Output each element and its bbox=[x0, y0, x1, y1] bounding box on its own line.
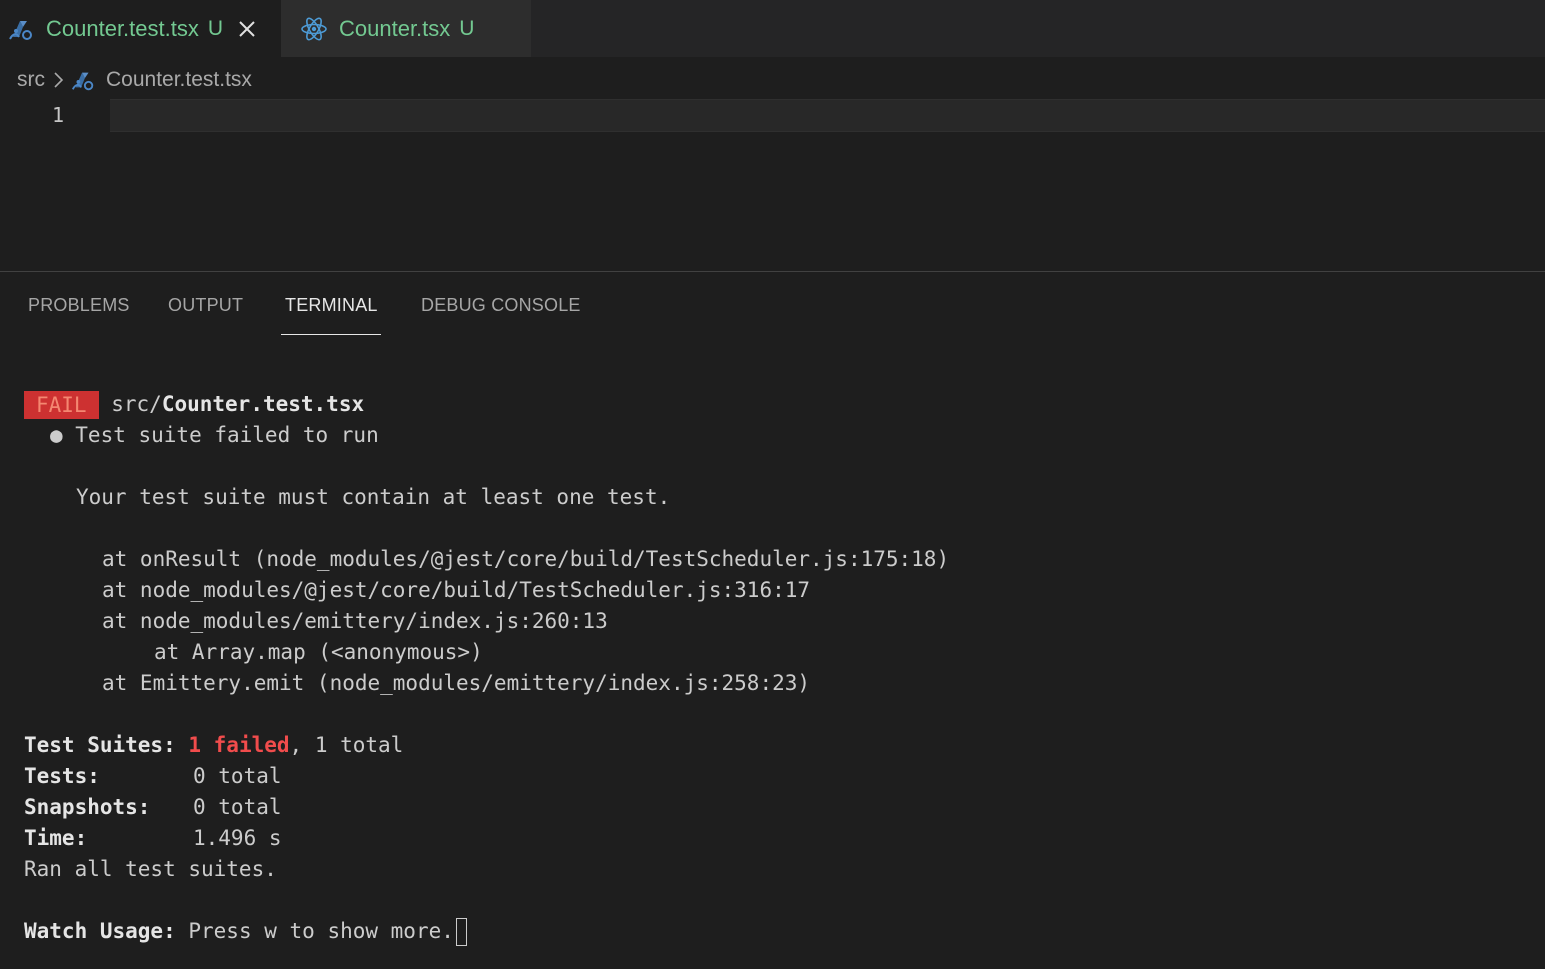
tab-debug-console[interactable]: DEBUG CONSOLE bbox=[421, 295, 581, 316]
path-prefix: src/ bbox=[111, 392, 162, 416]
summary-tests: Tests: bbox=[24, 761, 100, 792]
suites-failed: 1 failed bbox=[188, 733, 290, 757]
terminal-cursor bbox=[455, 918, 467, 946]
chevron-right-icon bbox=[52, 71, 64, 89]
stack-line: at Emittery.emit (node_modules/emittery/… bbox=[102, 671, 811, 695]
active-tab-indicator bbox=[281, 334, 381, 335]
watch-text: Press w to show more. bbox=[188, 919, 454, 943]
tab-label: Counter.tsx bbox=[339, 15, 451, 41]
untracked-badge: U bbox=[459, 16, 475, 40]
path-file: Counter.test.tsx bbox=[161, 392, 365, 416]
stack-line: at node_modules/@jest/core/build/TestSch… bbox=[102, 578, 811, 602]
fail-line: FAIL src/Counter.test.tsx bbox=[24, 389, 364, 420]
close-icon[interactable] bbox=[233, 15, 261, 43]
time-value: 1.496 s bbox=[193, 826, 282, 850]
error-message: Your test suite must contain at least on… bbox=[76, 485, 671, 509]
tab-terminal[interactable]: TERMINAL bbox=[285, 295, 378, 316]
fail-badge: FAIL bbox=[24, 391, 99, 419]
suites-label: Test Suites: bbox=[24, 733, 176, 757]
jest-icon bbox=[6, 14, 36, 44]
tab-counter[interactable]: Counter.tsx U bbox=[281, 0, 531, 57]
tab-problems[interactable]: PROBLEMS bbox=[28, 295, 130, 316]
breadcrumb-folder[interactable]: src bbox=[17, 68, 45, 92]
stack-line: at onResult (node_modules/@jest/core/bui… bbox=[102, 547, 950, 571]
tests-label: Tests: bbox=[24, 764, 100, 788]
current-line-highlight[interactable] bbox=[110, 99, 1545, 132]
watch-label: Watch Usage: bbox=[24, 919, 176, 943]
bottom-panel: PROBLEMS OUTPUT TERMINAL DEBUG CONSOLE F… bbox=[0, 271, 1545, 969]
tests-value: 0 total bbox=[193, 764, 282, 788]
editor-line[interactable]: 1 bbox=[0, 99, 1545, 132]
react-icon bbox=[299, 14, 329, 44]
breadcrumb: src Counter.test.tsx bbox=[17, 63, 252, 97]
suite-error: ● Test suite failed to run bbox=[50, 423, 379, 447]
ran-all: Ran all test suites. bbox=[24, 857, 277, 881]
watch-usage-line: Watch Usage: Press w to show more. bbox=[24, 916, 467, 947]
untracked-badge: U bbox=[207, 16, 224, 40]
summary-time: Time: bbox=[24, 823, 87, 854]
summary-snapshots: Snapshots: bbox=[24, 792, 150, 823]
tab-output[interactable]: OUTPUT bbox=[168, 295, 243, 316]
stack-line: at Array.map (<anonymous>) bbox=[154, 640, 483, 664]
tab-counter-test[interactable]: Counter.test.tsx U bbox=[0, 0, 281, 57]
suites-total: , 1 total bbox=[289, 733, 404, 757]
time-label: Time: bbox=[24, 826, 88, 850]
jest-icon bbox=[70, 66, 98, 94]
tab-label: Counter.test.tsx bbox=[46, 15, 199, 41]
line-number: 1 bbox=[51, 103, 64, 127]
snapshots-label: Snapshots: bbox=[24, 795, 151, 819]
editor-tab-bar: Counter.test.tsx U Counter.tsx U bbox=[0, 0, 1545, 57]
summary-suites: Test Suites: 1 failed, 1 total bbox=[24, 730, 403, 761]
breadcrumb-file[interactable]: Counter.test.tsx bbox=[106, 68, 252, 92]
snapshots-value: 0 total bbox=[193, 795, 282, 819]
stack-line: at node_modules/emittery/index.js:260:13 bbox=[102, 609, 608, 633]
